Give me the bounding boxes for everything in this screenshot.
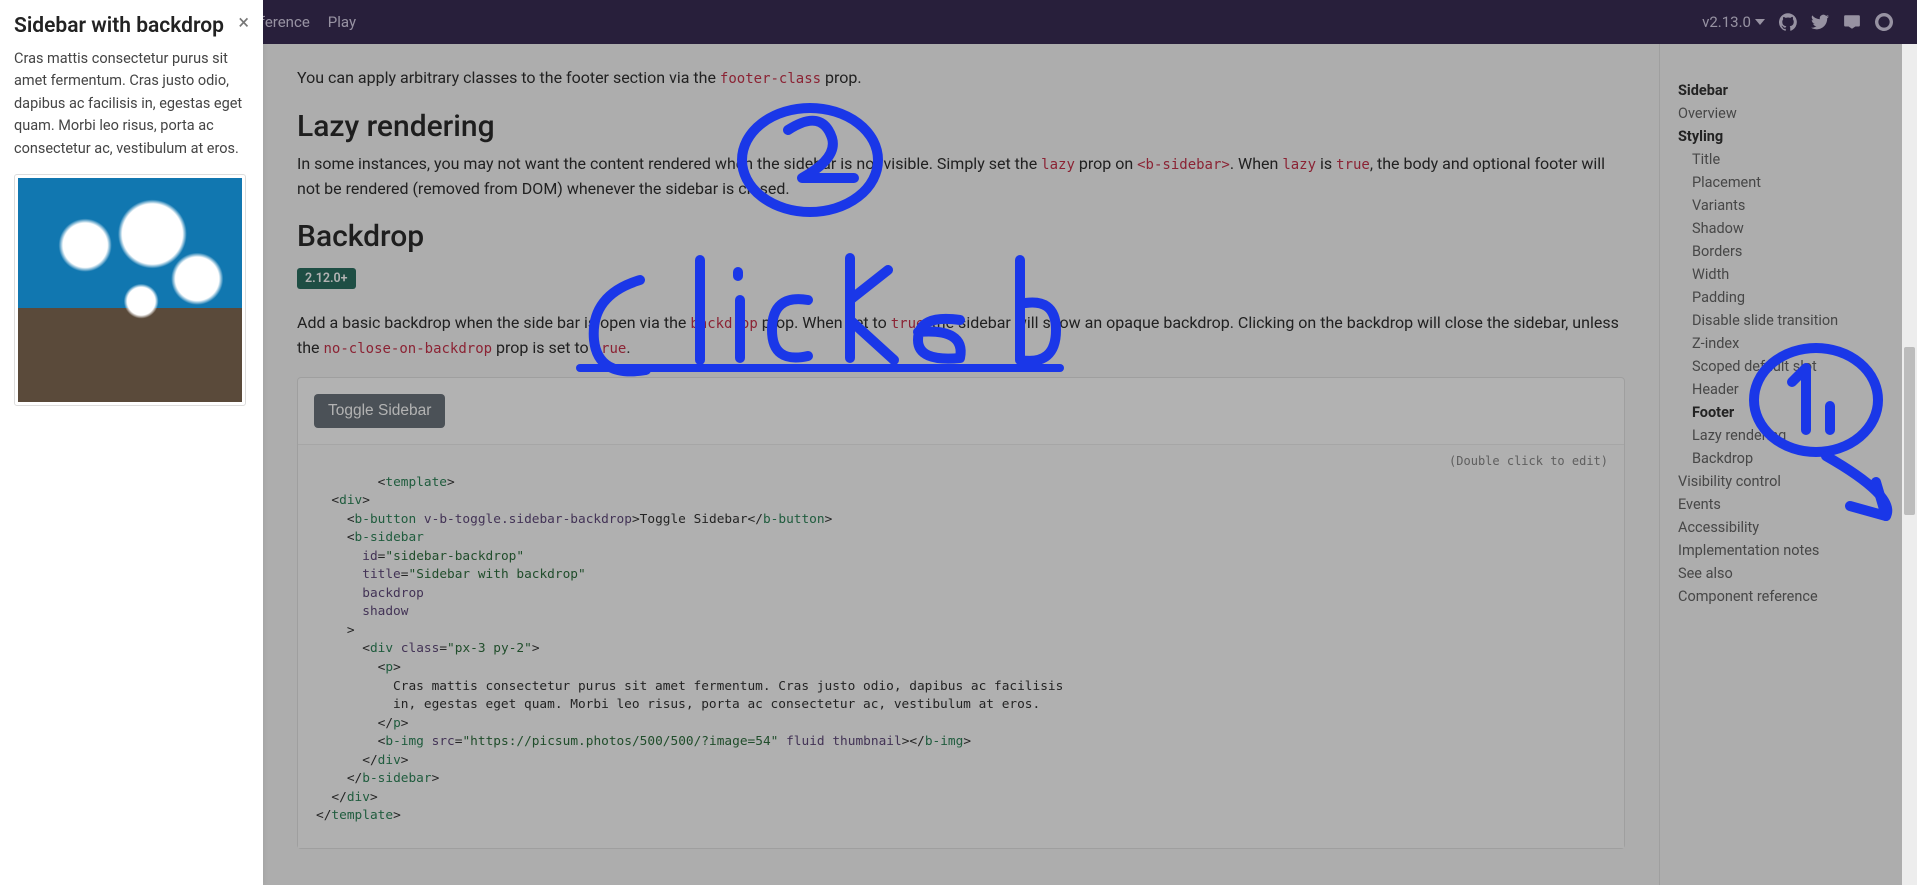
close-icon[interactable]: × [238,12,249,32]
page-scrollbar[interactable] [1902,44,1917,885]
drawer-title: Sidebar with backdrop [14,14,249,38]
scrollbar-thumb[interactable] [1904,347,1915,515]
sidebar-drawer: Sidebar with backdrop × Cras mattis cons… [0,0,263,885]
drawer-image [14,174,246,406]
drawer-body-text: Cras mattis consectetur purus sit amet f… [14,48,249,160]
sidebar-backdrop-overlay[interactable] [0,0,1917,885]
